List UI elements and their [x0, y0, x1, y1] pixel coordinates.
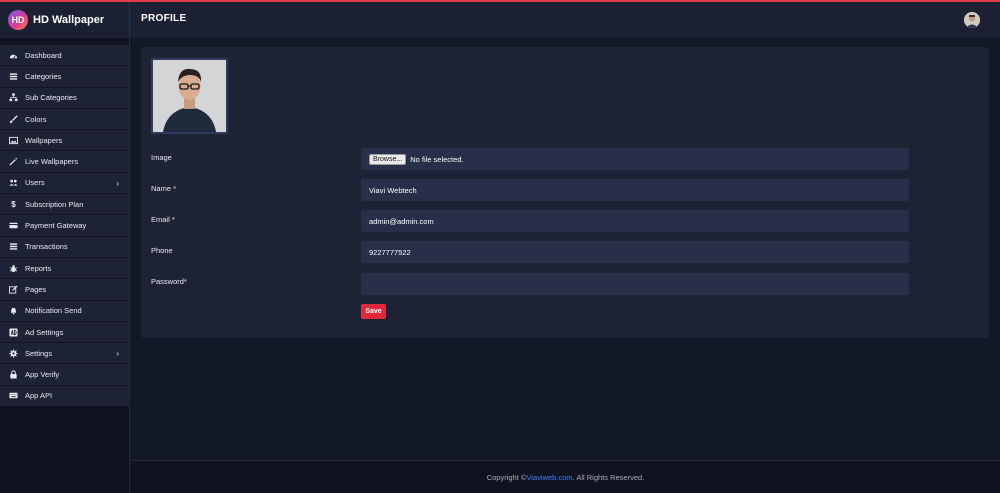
dashboard-icon [9, 51, 18, 60]
app-name: HD Wallpaper [33, 14, 105, 26]
sidebar-item-transactions[interactable]: Transactions [0, 236, 129, 258]
sidebar-item-label: Sub Categories [25, 93, 77, 103]
sidebar-item-label: Dashboard [25, 50, 62, 60]
sidebar-item-label: Reports [25, 263, 52, 273]
file-status: No file selected. [410, 154, 464, 164]
sitemap-icon [9, 93, 18, 102]
credit-card-icon [9, 221, 18, 230]
sidebar-item-label: Payment Gateway [25, 221, 87, 231]
sidebar-item-subscription-plan[interactable]: $ Subscription Plan [0, 194, 129, 216]
footer-suffix: . All Rights Reserved. [572, 472, 645, 482]
sidebar-item-app-verify[interactable]: App Verify [0, 364, 129, 386]
sidebar-item-label: Wallpapers [25, 135, 63, 145]
footer-link[interactable]: Viaviweb.com [526, 473, 572, 482]
chevron-right-icon: › [116, 349, 119, 359]
sidebar-item-live-wallpapers[interactable]: Live Wallpapers [0, 151, 129, 173]
sidebar-item-settings[interactable]: Settings › [0, 343, 129, 365]
brush-icon [9, 114, 18, 124]
phone-field[interactable]: 9227777522 [361, 241, 909, 263]
image-icon [9, 136, 18, 145]
sidebar-item-label: App API [25, 391, 53, 401]
list-icon [9, 72, 18, 81]
footer: Copyright © Viaviweb.com . All Rights Re… [131, 460, 1000, 493]
gear-icon [9, 349, 18, 358]
sidebar-item-label: Categories [25, 71, 62, 81]
password-field[interactable] [361, 273, 909, 295]
email-label: Email * [151, 215, 175, 224]
sidebar-nav: Dashboard Categories Sub Categories Colo… [0, 45, 129, 408]
sidebar-item-notification-send[interactable]: Notification Send [0, 300, 129, 322]
sidebar-item-app-api[interactable]: App API [0, 385, 129, 408]
page-title: PROFILE [141, 13, 187, 24]
sidebar-item-label: Transactions [25, 242, 68, 252]
brand[interactable]: HD HD Wallpaper [0, 2, 130, 38]
sidebar-item-label: Pages [25, 284, 47, 294]
name-label: Name * [151, 184, 177, 193]
bell-icon [9, 306, 18, 315]
lock-icon [9, 370, 18, 379]
footer-prefix: Copyright © [486, 472, 527, 482]
sidebar-item-wallpapers[interactable]: Wallpapers [0, 130, 129, 152]
edit-icon [9, 285, 18, 294]
dollar-icon: $ [11, 199, 16, 209]
sidebar-item-dashboard[interactable]: Dashboard [0, 45, 129, 67]
bug-icon [9, 264, 18, 273]
name-field[interactable]: Viavi Webtech [361, 179, 909, 201]
sidebar-item-label: Ad Settings [25, 327, 64, 337]
sidebar-item-payment-gateway[interactable]: Payment Gateway [0, 215, 129, 237]
sidebar-item-colors[interactable]: Colors [0, 108, 129, 131]
profile-photo [151, 58, 228, 134]
app-logo: HD [8, 10, 28, 30]
sidebar-item-sub-categories[interactable]: Sub Categories [0, 87, 129, 109]
image-file-input[interactable]: Browse... No file selected. [361, 148, 909, 170]
phone-label: Phone [151, 246, 173, 255]
chevron-right-icon: › [116, 178, 119, 188]
profile-card: Image Browse... No file selected. Name *… [141, 47, 989, 338]
image-label: Image [151, 153, 172, 162]
avatar[interactable] [964, 12, 980, 28]
sidebar-item-pages[interactable]: Pages [0, 279, 129, 301]
sidebar-item-reports[interactable]: Reports [0, 257, 129, 280]
sidebar-item-label: Notification Send [25, 306, 82, 316]
sidebar-item-label: Users [25, 178, 45, 188]
browse-button[interactable]: Browse... [369, 153, 407, 165]
email-field[interactable]: admin@admin.com [361, 210, 909, 232]
sidebar-item-ad-settings[interactable]: Ad Settings [0, 321, 129, 344]
users-icon [9, 178, 18, 187]
sidebar-item-label: Colors [25, 114, 47, 124]
keyboard-icon [9, 391, 18, 400]
sidebar-item-label: Subscription Plan [25, 199, 84, 209]
list-icon [9, 242, 18, 251]
sidebar-item-label: Live Wallpapers [25, 157, 79, 167]
ad-icon [9, 327, 18, 337]
sidebar-item-label: Settings [25, 348, 53, 358]
save-button[interactable]: Save [361, 304, 386, 319]
sidebar: Dashboard Categories Sub Categories Colo… [0, 38, 130, 493]
magic-wand-icon [9, 157, 18, 166]
top-bar: HD HD Wallpaper PROFILE [0, 0, 1000, 38]
password-label: Password* [151, 277, 187, 286]
sidebar-item-categories[interactable]: Categories [0, 66, 129, 88]
sidebar-item-users[interactable]: Users › [0, 172, 129, 195]
sidebar-item-label: App Verify [25, 370, 60, 380]
